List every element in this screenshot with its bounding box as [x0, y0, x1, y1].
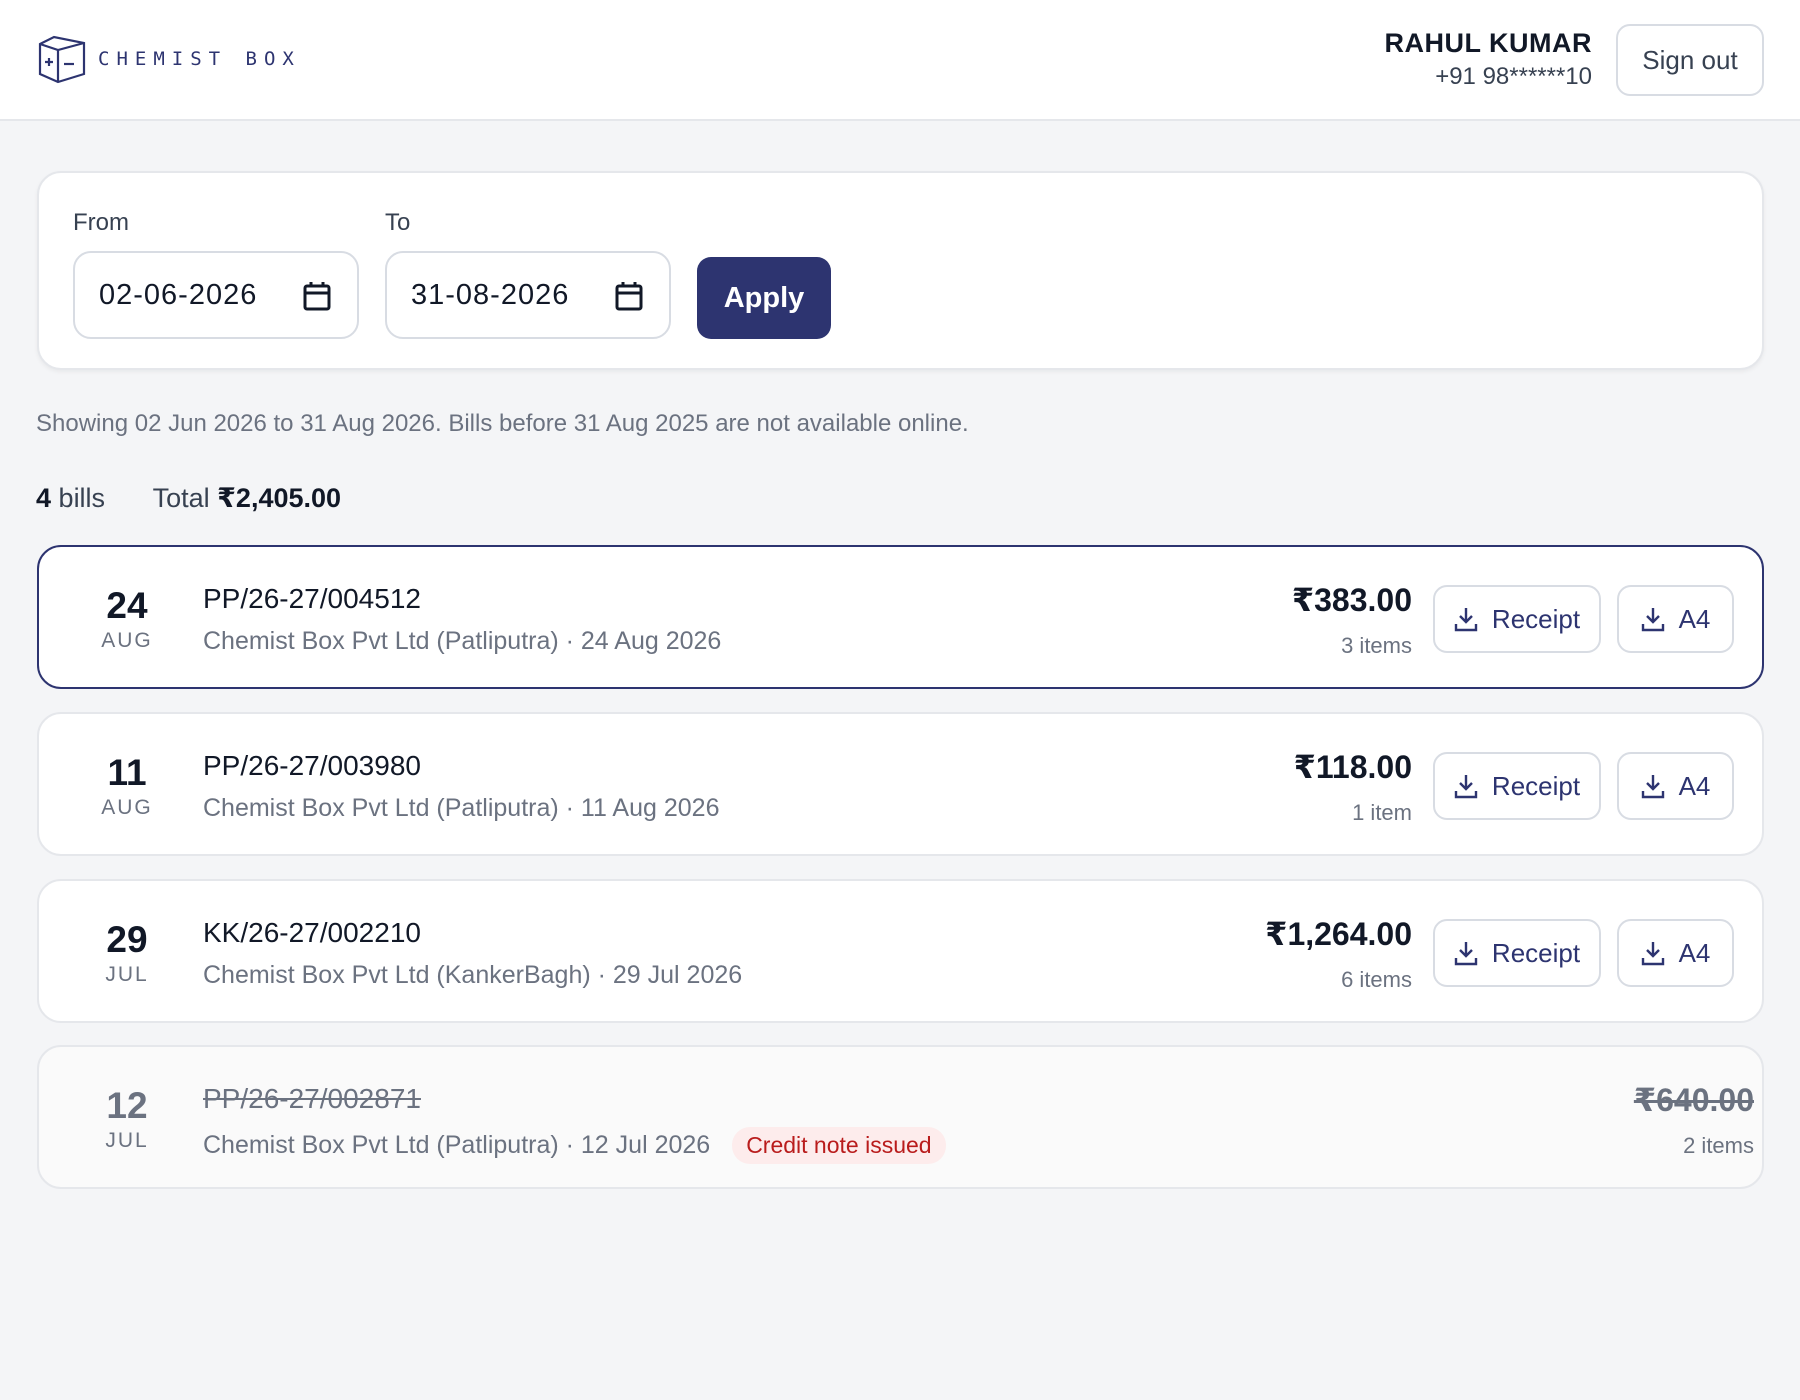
bill-items: 3 items [1341, 633, 1412, 658]
bill-amount: ₹640.00 [1633, 1082, 1754, 1118]
user-info: RAHUL KUMAR +91 98******10 [1385, 28, 1593, 91]
bill-month: AUG [101, 796, 153, 819]
user-name: RAHUL KUMAR [1384, 28, 1592, 58]
bill-number: PP/26-27/003980 [203, 750, 421, 781]
a4-download-button[interactable]: A4 [1617, 752, 1734, 820]
bill-amount: ₹1,264.00 [1265, 916, 1412, 952]
receipt-label: Receipt [1491, 770, 1581, 801]
bill-day: 12 [106, 1085, 148, 1126]
download-icon [1454, 608, 1478, 632]
bill-store-date: Chemist Box Pvt Ltd (Patliputra) · 12 Ju… [203, 1131, 711, 1159]
download-icon [1641, 942, 1664, 966]
receipt-label: Receipt [1491, 937, 1581, 968]
bill-number: PP/26-27/004512 [203, 583, 421, 614]
total-label: Total [152, 483, 210, 513]
to-label: To [385, 209, 411, 236]
bill-amount: ₹383.00 [1291, 582, 1412, 618]
bill-card[interactable]: 24 AUG PP/26-27/004512 Chemist Box Pvt L… [37, 545, 1764, 689]
receipt-download-button[interactable]: Receipt [1433, 752, 1601, 820]
bill-meta: Chemist Box Pvt Ltd (Patliputra) · 12 Ju… [203, 1127, 946, 1164]
bill-card[interactable]: 29 JUL KK/26-27/002210 Chemist Box Pvt L… [37, 879, 1764, 1023]
bill-month: JUL [105, 963, 149, 986]
from-label: From [73, 209, 129, 236]
to-date-value: 31-08-2026 [411, 278, 570, 311]
bill-day: 11 [107, 752, 147, 793]
bill-store-date: Chemist Box Pvt Ltd (KankerBagh) · 29 Ju… [203, 961, 743, 989]
bill-number: KK/26-27/002210 [203, 917, 421, 948]
bill-items: 6 items [1341, 967, 1412, 992]
receipt-label: Receipt [1491, 603, 1581, 634]
to-date-input[interactable]: 31-08-2026 [385, 251, 671, 339]
bill-card[interactable]: 11 AUG PP/26-27/003980 Chemist Box Pvt L… [37, 712, 1764, 856]
bill-count-label: bills [58, 483, 106, 513]
download-icon [1454, 942, 1478, 966]
bill-month: AUG [101, 629, 153, 652]
box-icon [38, 35, 86, 84]
date-filter-card: From 02-06-2026 To 31-08-2026 Apply [37, 171, 1764, 370]
bill-month: JUL [105, 1129, 149, 1152]
bills-summary: 4 bills Total ₹2,405.00 [36, 483, 341, 514]
receipt-download-button[interactable]: Receipt [1433, 585, 1601, 653]
bill-count: 4 [36, 483, 52, 513]
range-notice: Showing 02 Jun 2026 to 31 Aug 2026. Bill… [36, 410, 969, 437]
download-icon [1641, 608, 1664, 632]
bill-number: PP/26-27/002871 [203, 1083, 421, 1114]
total-value: ₹2,405.00 [217, 483, 342, 513]
bill-day: 24 [106, 585, 148, 626]
brand-logo[interactable]: CHEMIST BOX [36, 34, 301, 84]
receipt-download-button[interactable]: Receipt [1433, 919, 1601, 987]
download-icon [1454, 775, 1478, 799]
bill-items: 2 items [1683, 1133, 1754, 1158]
download-icon [1641, 775, 1664, 799]
calendar-icon[interactable] [615, 281, 643, 311]
a4-label: A4 [1678, 603, 1711, 634]
bill-store-date: Chemist Box Pvt Ltd (Patliputra) · 11 Au… [203, 794, 720, 822]
bill-items: 1 item [1352, 800, 1412, 825]
bill-meta: Chemist Box Pvt Ltd (Patliputra) · 24 Au… [203, 627, 721, 656]
bill-card-voided: 12 JUL PP/26-27/002871 Chemist Box Pvt L… [37, 1045, 1764, 1189]
bill-store-date: Chemist Box Pvt Ltd (Patliputra) · 24 Au… [203, 627, 722, 655]
apply-button[interactable]: Apply [697, 257, 831, 339]
a4-download-button[interactable]: A4 [1617, 919, 1734, 987]
bill-day: 29 [106, 919, 148, 960]
top-header: CHEMIST BOX RAHUL KUMAR +91 98******10 S… [0, 0, 1800, 121]
from-date-value: 02-06-2026 [99, 278, 258, 311]
a4-label: A4 [1678, 937, 1711, 968]
sign-out-button[interactable]: Sign out [1616, 24, 1764, 96]
calendar-icon[interactable] [303, 281, 331, 311]
user-phone: +91 98******10 [1435, 63, 1592, 90]
bill-amount: ₹118.00 [1293, 749, 1412, 785]
credit-note-badge: Credit note issued [732, 1127, 946, 1164]
a4-label: A4 [1678, 770, 1711, 801]
bill-meta: Chemist Box Pvt Ltd (KankerBagh) · 29 Ju… [203, 961, 742, 990]
a4-download-button[interactable]: A4 [1617, 585, 1734, 653]
bill-meta: Chemist Box Pvt Ltd (Patliputra) · 11 Au… [203, 794, 719, 823]
brand-name: CHEMIST BOX [98, 48, 301, 70]
from-date-input[interactable]: 02-06-2026 [73, 251, 359, 339]
